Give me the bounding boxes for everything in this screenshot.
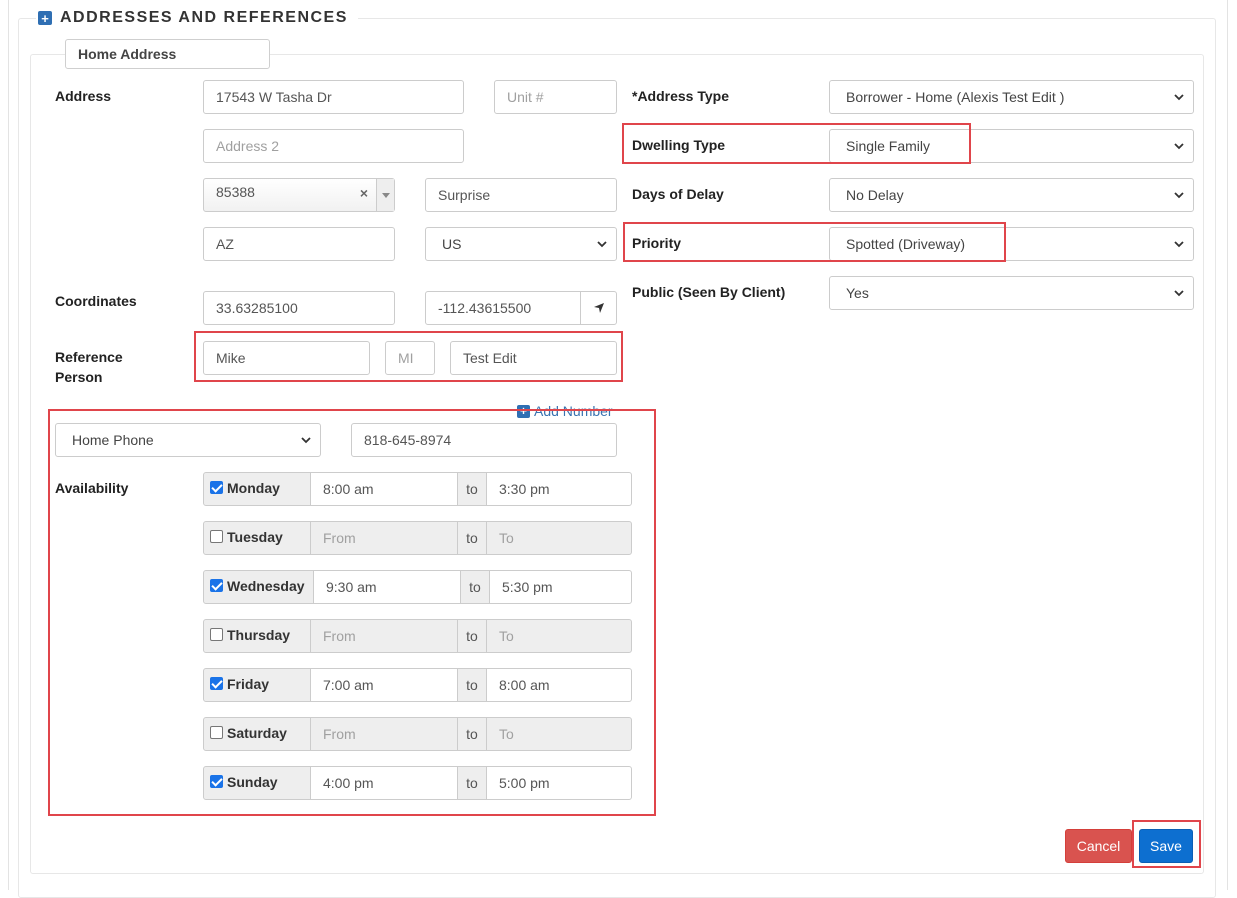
tuesday-to-input[interactable]: To [486, 521, 632, 555]
to-separator: to [458, 668, 486, 702]
to-separator: to [458, 717, 486, 751]
wednesday-checkbox[interactable] [210, 579, 223, 592]
add-number-label: Add Number [534, 403, 613, 419]
tab-content-border [30, 54, 1204, 874]
sunday-from-input[interactable]: 4:00 pm [310, 766, 458, 800]
saturday-checkbox[interactable] [210, 726, 223, 739]
dwelling-type-value: Single Family [846, 138, 931, 154]
address-line2-input[interactable]: Address 2 [203, 129, 464, 163]
chevron-down-icon [597, 241, 607, 248]
expand-plus-icon[interactable]: + [38, 11, 52, 25]
address-type-value: Borrower - Home (Alexis Test Edit ) [846, 89, 1065, 105]
reference-first-name-input[interactable]: Mike [203, 341, 370, 375]
thursday-to-input[interactable]: To [486, 619, 632, 653]
chevron-down-icon [301, 437, 311, 444]
cancel-button[interactable]: Cancel [1065, 829, 1132, 863]
chevron-down-icon [1174, 192, 1184, 199]
friday-checkbox[interactable] [210, 677, 223, 690]
to-separator: to [461, 570, 489, 604]
to-separator: to [458, 619, 486, 653]
to-separator: to [458, 472, 486, 506]
chevron-down-icon [1174, 143, 1184, 150]
saturday-from-input[interactable]: From [310, 717, 458, 751]
chevron-down-icon [1174, 241, 1184, 248]
address-type-label: *Address Type [632, 88, 729, 104]
public-select[interactable]: Yes [829, 276, 1194, 310]
latitude-input[interactable]: 33.63285100 [203, 291, 395, 325]
monday-from-input[interactable]: 8:00 am [310, 472, 458, 506]
thursday-checkbox-label[interactable]: Thursday [203, 619, 311, 653]
location-arrow-icon [593, 303, 604, 313]
availability-label: Availability [55, 480, 129, 496]
phone-type-value: Home Phone [72, 432, 154, 448]
reference-middle-initial-input[interactable]: MI [385, 341, 435, 375]
day-label: Monday [227, 480, 280, 496]
zip-value: 85388 [216, 184, 255, 200]
section-title: ADDRESSES AND REFERENCES [60, 9, 348, 26]
day-label: Saturday [227, 725, 287, 741]
address-line1-input[interactable]: 17543 W Tasha Dr [203, 80, 464, 114]
friday-checkbox-label[interactable]: Friday [203, 668, 311, 702]
wednesday-to-input[interactable]: 5:30 pm [489, 570, 632, 604]
friday-from-input[interactable]: 7:00 am [310, 668, 458, 702]
day-label: Wednesday [227, 578, 305, 594]
phone-number-input[interactable]: 818-645-8974 [351, 423, 617, 457]
add-plus-icon: + [517, 404, 530, 418]
reference-last-name-input[interactable]: Test Edit [450, 341, 617, 375]
reference-person-label: Reference Person [55, 349, 123, 385]
chevron-down-icon [1174, 94, 1184, 101]
wednesday-from-input[interactable]: 9:30 am [313, 570, 461, 604]
to-separator: to [458, 766, 486, 800]
unit-input[interactable]: Unit # [494, 80, 617, 114]
dwelling-type-select[interactable]: Single Family [829, 129, 1194, 163]
thursday-from-input[interactable]: From [310, 619, 458, 653]
public-value: Yes [846, 285, 869, 301]
phone-type-select[interactable]: Home Phone [55, 423, 321, 457]
tuesday-checkbox[interactable] [210, 530, 223, 543]
tuesday-checkbox-label[interactable]: Tuesday [203, 521, 311, 555]
day-label: Sunday [227, 774, 278, 790]
sunday-checkbox[interactable] [210, 775, 223, 788]
state-input[interactable]: AZ [203, 227, 395, 261]
public-label: Public (Seen By Client) [632, 284, 786, 300]
sunday-to-input[interactable]: 5:00 pm [486, 766, 632, 800]
add-number-link[interactable]: + Add Number [517, 403, 613, 419]
monday-to-input[interactable]: 3:30 pm [486, 472, 632, 506]
coordinates-label: Coordinates [55, 293, 137, 309]
locate-button[interactable] [580, 291, 617, 325]
save-button[interactable]: Save [1139, 829, 1193, 863]
address-type-select[interactable]: Borrower - Home (Alexis Test Edit ) [829, 80, 1194, 114]
day-label: Friday [227, 676, 270, 692]
tab-home-address[interactable]: Home Address [65, 39, 270, 69]
longitude-input[interactable]: -112.43615500 [425, 291, 582, 325]
priority-label: Priority [632, 235, 682, 251]
to-separator: to [458, 521, 486, 555]
days-of-delay-value: No Delay [846, 187, 904, 203]
wednesday-checkbox-label[interactable]: Wednesday [203, 570, 314, 604]
tuesday-from-input[interactable]: From [310, 521, 458, 555]
friday-to-input[interactable]: 8:00 am [486, 668, 632, 702]
country-select[interactable]: US [425, 227, 617, 261]
day-label: Thursday [227, 627, 291, 643]
sunday-checkbox-label[interactable]: Sunday [203, 766, 311, 800]
saturday-checkbox-label[interactable]: Saturday [203, 717, 311, 751]
country-value: US [442, 236, 462, 252]
dropdown-arrow-icon[interactable] [376, 179, 394, 211]
days-of-delay-select[interactable]: No Delay [829, 178, 1194, 212]
priority-value: Spotted (Driveway) [846, 236, 966, 252]
section-header[interactable]: + ADDRESSES AND REFERENCES [36, 7, 358, 29]
address-label: Address [55, 88, 112, 104]
thursday-checkbox[interactable] [210, 628, 223, 641]
monday-checkbox[interactable] [210, 481, 223, 494]
saturday-to-input[interactable]: To [486, 717, 632, 751]
monday-checkbox-label[interactable]: Monday [203, 472, 311, 506]
zip-select[interactable]: 85388 × [203, 178, 395, 212]
chevron-down-icon [1174, 290, 1184, 297]
city-input[interactable]: Surprise [425, 178, 617, 212]
clear-icon[interactable]: × [360, 185, 368, 201]
dwelling-type-label: Dwelling Type [632, 137, 726, 153]
priority-select[interactable]: Spotted (Driveway) [829, 227, 1194, 261]
day-label: Tuesday [227, 529, 283, 545]
days-of-delay-label: Days of Delay [632, 186, 724, 202]
